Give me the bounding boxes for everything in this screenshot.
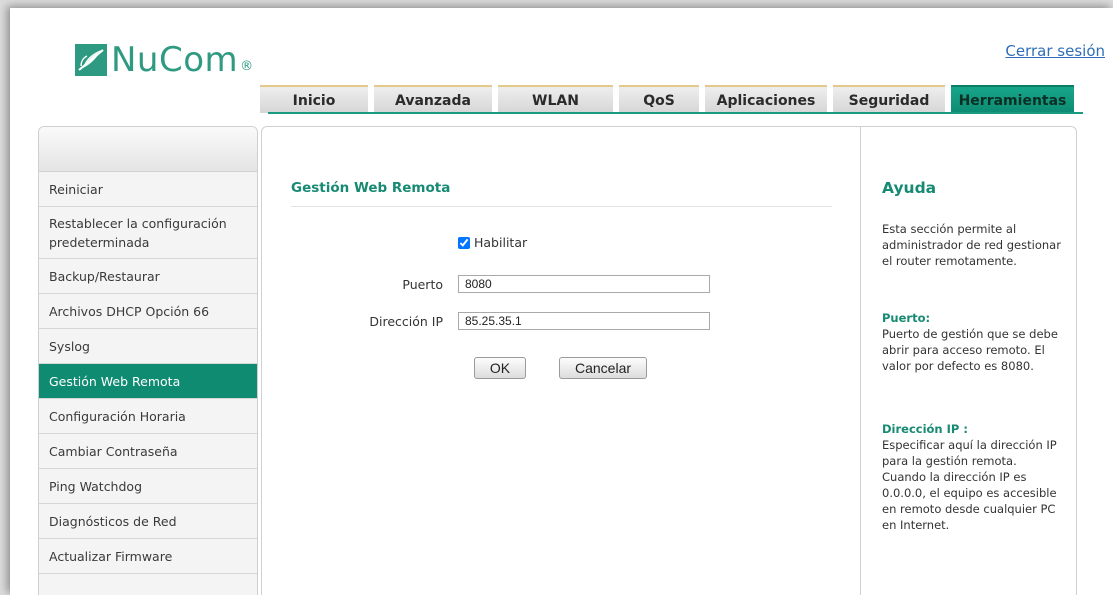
enable-checkbox[interactable] bbox=[458, 236, 470, 249]
ok-button[interactable]: OK bbox=[474, 357, 526, 379]
sidebar-item-gestion-web-remota[interactable]: Gestión Web Remota bbox=[39, 364, 257, 399]
brand-name: NuCom bbox=[111, 40, 239, 80]
sidebar-item-restablecer[interactable]: Restablecer la configuración predetermin… bbox=[39, 207, 257, 259]
ip-label: Dirección IP bbox=[369, 314, 443, 329]
help-title: Ayuda bbox=[882, 179, 937, 197]
main-panel: Gestión Web Remota Habilitar Puerto Dire… bbox=[261, 126, 863, 595]
cancel-button[interactable]: Cancelar bbox=[559, 357, 647, 379]
tab-wlan[interactable]: WLAN bbox=[498, 85, 613, 113]
sidebar-item-configuracion-horaria[interactable]: Configuración Horaria bbox=[39, 399, 257, 434]
help-ip-title: Dirección IP : bbox=[882, 422, 968, 436]
sidebar-item-actualizar-firmware[interactable]: Actualizar Firmware bbox=[39, 539, 257, 574]
sidebar-item-empty bbox=[39, 574, 257, 595]
router-admin-window: NuCom ® Cerrar sesión Inicio Avanzada WL… bbox=[10, 8, 1113, 595]
help-panel: Ayuda Esta sección permite al administra… bbox=[860, 126, 1077, 595]
tab-herramientas[interactable]: Herramientas bbox=[951, 85, 1074, 113]
sidebar-item-diagnosticos-de-red[interactable]: Diagnósticos de Red bbox=[39, 504, 257, 539]
port-label: Puerto bbox=[402, 277, 443, 292]
help-port-title: Puerto: bbox=[882, 311, 931, 325]
sidebar-item-syslog[interactable]: Syslog bbox=[39, 329, 257, 364]
leaf-logo-icon bbox=[75, 44, 107, 76]
tab-inicio[interactable]: Inicio bbox=[260, 85, 368, 113]
help-ip-text: Especificar aquí la dirección IP para la… bbox=[882, 438, 1057, 532]
sidebar-menu: Reiniciar Restablecer la configuración p… bbox=[38, 126, 258, 595]
logout-link[interactable]: Cerrar sesión bbox=[1005, 42, 1105, 60]
tab-avanzada[interactable]: Avanzada bbox=[374, 85, 492, 113]
tabbar-underline bbox=[268, 112, 1083, 114]
section-title: Gestión Web Remota bbox=[291, 180, 451, 196]
section-divider bbox=[291, 206, 832, 207]
tab-aplicaciones[interactable]: Aplicaciones bbox=[705, 85, 827, 113]
sidebar-item-reiniciar[interactable]: Reiniciar bbox=[39, 172, 257, 207]
sidebar-header bbox=[39, 127, 257, 172]
sidebar-item-backup[interactable]: Backup/Restaurar bbox=[39, 259, 257, 294]
sidebar-item-ping-watchdog[interactable]: Ping Watchdog bbox=[39, 469, 257, 504]
nucom-logo: NuCom ® bbox=[75, 40, 253, 80]
tab-seguridad[interactable]: Seguridad bbox=[833, 85, 945, 113]
help-intro: Esta sección permite al administrador de… bbox=[882, 222, 1061, 268]
tab-qos[interactable]: QoS bbox=[619, 85, 699, 113]
enable-row: Habilitar bbox=[458, 235, 527, 250]
registered-mark: ® bbox=[240, 59, 254, 74]
ip-address-input[interactable] bbox=[458, 312, 710, 330]
sidebar-item-dhcp-opcion-66[interactable]: Archivos DHCP Opción 66 bbox=[39, 294, 257, 329]
help-port-text: Puerto de gestión que se debe abrir para… bbox=[882, 327, 1058, 373]
enable-label: Habilitar bbox=[474, 235, 528, 250]
sidebar-item-cambiar-contrasena[interactable]: Cambiar Contraseña bbox=[39, 434, 257, 469]
port-input[interactable] bbox=[458, 275, 710, 293]
